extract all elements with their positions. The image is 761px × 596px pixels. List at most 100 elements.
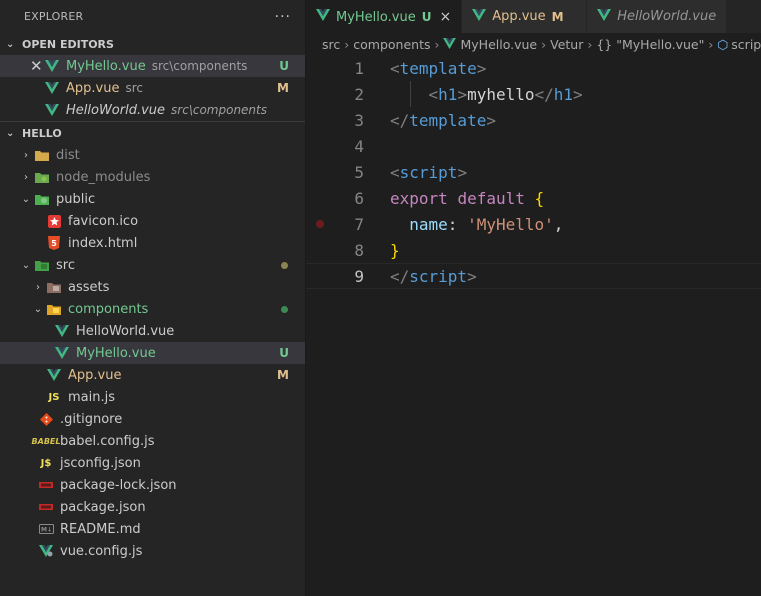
status-badge: U xyxy=(421,10,432,24)
code-editor[interactable]: 1 <template> 2 <h1>myhello</h1> 3 </temp… xyxy=(306,55,761,596)
tree-item-components[interactable]: ⌄ components xyxy=(0,298,305,320)
vue-file-icon xyxy=(44,80,60,96)
tree-label: assets xyxy=(68,279,110,295)
open-editors-header[interactable]: ⌄ OPEN EDITORS xyxy=(0,33,305,55)
js-config-icon: J$ xyxy=(40,457,52,469)
js-icon: JS xyxy=(48,391,60,403)
tree-item-src[interactable]: ⌄ src xyxy=(0,254,305,276)
token: > xyxy=(476,58,487,78)
tree-item-gitignore[interactable]: .gitignore xyxy=(0,408,305,430)
babel-icon: BABEL xyxy=(31,436,61,446)
open-editor-path: src xyxy=(125,81,143,95)
token: </ xyxy=(390,266,410,286)
folder-public-icon xyxy=(34,191,50,207)
open-editors-title: OPEN EDITORS xyxy=(22,37,114,51)
breakpoint-hint-icon[interactable] xyxy=(316,220,324,228)
tab-helloworld[interactable]: HelloWorld.vue xyxy=(587,0,728,33)
token: > xyxy=(467,266,477,286)
token: > xyxy=(573,84,583,104)
tree-item-dist[interactable]: › dist xyxy=(0,144,305,166)
token: h1 xyxy=(553,84,574,104)
breadcrumb-script[interactable]: script xyxy=(731,37,761,52)
svg-text:M↓: M↓ xyxy=(41,527,52,534)
folder-dist-icon xyxy=(34,147,50,163)
status-badge: U xyxy=(279,59,289,73)
tree-label: index.html xyxy=(68,235,138,251)
open-editor-app[interactable]: App.vue src M xyxy=(0,77,305,99)
token: name xyxy=(409,214,448,234)
chevron-right-icon: › xyxy=(24,171,28,183)
open-editor-path: src\components xyxy=(151,59,248,73)
tree-item-app[interactable]: App.vue M xyxy=(0,364,305,386)
token: , xyxy=(553,214,564,234)
tree-item-package-lock[interactable]: package-lock.json xyxy=(0,474,305,496)
token: < xyxy=(390,162,400,182)
tree-item-index-html[interactable]: 5 index.html xyxy=(0,232,305,254)
tree-item-package[interactable]: package.json xyxy=(0,496,305,518)
line-number: 2 xyxy=(354,84,364,104)
breadcrumb-file[interactable]: MyHello.vue xyxy=(460,37,537,52)
close-icon[interactable]: ✕ xyxy=(30,57,43,75)
token: </ xyxy=(390,110,410,130)
breadcrumb: src › components › MyHello.vue › Vetur ›… xyxy=(306,33,761,55)
token: export xyxy=(390,188,448,208)
open-editor-name: App.vue xyxy=(66,80,120,96)
indent-guide xyxy=(410,81,411,107)
npm-icon xyxy=(38,499,54,515)
tree-item-jsconfig[interactable]: J$ jsconfig.json xyxy=(0,452,305,474)
explorer-title: EXPLORER xyxy=(24,10,84,23)
tree-item-favicon[interactable]: favicon.ico xyxy=(0,210,305,232)
tree-item-babel[interactable]: BABEL babel.config.js xyxy=(0,430,305,452)
breadcrumb-components[interactable]: components xyxy=(353,37,430,52)
project-header[interactable]: ⌄ HELLO xyxy=(0,122,305,144)
folder-src-icon xyxy=(34,257,50,273)
breadcrumb-src[interactable]: src xyxy=(322,37,340,52)
chevron-right-icon: › xyxy=(24,149,28,161)
tab-label: HelloWorld.vue xyxy=(617,9,717,24)
status-badge: U xyxy=(279,346,289,360)
token: script xyxy=(399,162,458,182)
tab-label: MyHello.vue xyxy=(336,9,416,25)
code-line: 1 <template> xyxy=(306,55,761,81)
folder-components-icon xyxy=(46,301,62,317)
chevron-right-icon: › xyxy=(434,36,440,52)
explorer-sidebar: EXPLORER ··· ⌄ OPEN EDITORS ✕ MyHello.vu… xyxy=(0,0,306,596)
tree-label: babel.config.js xyxy=(60,433,155,449)
git-icon xyxy=(38,411,54,427)
line-number: 1 xyxy=(354,58,364,78)
tree-item-readme[interactable]: M↓ README.md xyxy=(0,518,305,540)
tree-item-main-js[interactable]: JS main.js xyxy=(0,386,305,408)
tree-item-vue-config[interactable]: vue.config.js xyxy=(0,540,305,562)
more-actions-icon[interactable]: ··· xyxy=(275,9,291,25)
status-badge: M xyxy=(551,9,564,24)
token: template xyxy=(409,110,487,130)
tree-label: README.md xyxy=(60,521,141,537)
tree-item-myhello[interactable]: MyHello.vue U xyxy=(0,342,305,364)
breadcrumb-module[interactable]: {} "MyHello.vue" xyxy=(596,37,704,52)
tab-label: App.vue xyxy=(492,9,546,24)
token: < xyxy=(390,58,400,78)
token: h1 xyxy=(438,84,458,104)
tree-label: components xyxy=(68,301,149,317)
untracked-dot xyxy=(281,305,288,313)
code-line: 8 } xyxy=(306,237,761,263)
tree-item-helloworld[interactable]: HelloWorld.vue xyxy=(0,320,305,342)
vue-file-icon xyxy=(443,37,457,52)
open-editor-name: HelloWorld.vue xyxy=(66,102,166,118)
tree-item-public[interactable]: ⌄ public xyxy=(0,188,305,210)
open-editor-helloworld[interactable]: HelloWorld.vue src\components xyxy=(0,99,305,121)
close-icon[interactable]: × xyxy=(439,9,451,25)
tree-label: .gitignore xyxy=(60,411,123,427)
tree-label: dist xyxy=(56,147,80,163)
markdown-icon: M↓ xyxy=(38,521,54,537)
breadcrumb-vetur[interactable]: Vetur xyxy=(550,37,583,52)
tree-item-assets[interactable]: › assets xyxy=(0,276,305,298)
line-number: 4 xyxy=(354,136,364,156)
tab-app[interactable]: App.vue M xyxy=(462,0,588,33)
token: default xyxy=(457,188,525,208)
tree-item-node-modules[interactable]: › node_modules xyxy=(0,166,305,188)
code-line: 6 export default { xyxy=(306,185,761,211)
html5-icon: 5 xyxy=(46,235,62,251)
open-editor-myhello[interactable]: ✕ MyHello.vue src\components U xyxy=(0,55,305,77)
tab-myhello[interactable]: MyHello.vue U × xyxy=(306,0,463,33)
